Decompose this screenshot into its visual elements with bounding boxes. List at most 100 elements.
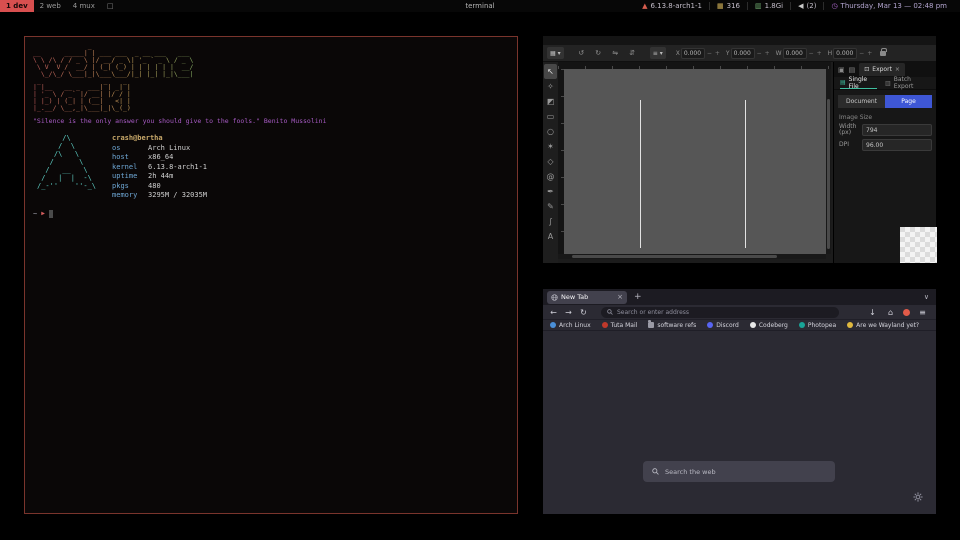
bookmark-item[interactable]: software refs: [648, 322, 696, 329]
toolbox-tool[interactable]: ✶: [544, 139, 557, 154]
inkscape-toolbox: ↖✧◩▭○✶◇@✒✎∫A: [543, 62, 558, 263]
toolbox-tool[interactable]: ✧: [544, 79, 557, 94]
coordinate-spinbox: X 0.000 − +: [676, 48, 721, 59]
fetch-row: pkgs480: [112, 182, 207, 192]
transform-button[interactable]: ⇵: [627, 48, 638, 59]
selection-mode-dropdown[interactable]: ▦ ▾: [547, 47, 564, 59]
fetch-row: osArch Linux: [112, 144, 207, 154]
close-icon[interactable]: ×: [895, 66, 900, 73]
toolbox-tool[interactable]: A: [544, 229, 557, 244]
web-search-input[interactable]: Search the web: [643, 461, 835, 482]
inkscape-canvas[interactable]: [564, 69, 826, 254]
document-button[interactable]: Document: [838, 95, 885, 108]
canvas-vertical-scrollbar[interactable]: [826, 69, 831, 254]
spin-label: Y: [726, 50, 730, 57]
image-size-label: Image Size: [839, 114, 931, 121]
coordinate-spinbox: Y 0.000 − +: [726, 48, 771, 59]
layers-panel-icon[interactable]: ▤: [849, 66, 856, 74]
batch-export-icon: ▥: [885, 80, 891, 87]
status-module-icon: ▲: [642, 2, 647, 10]
toolbox-tool[interactable]: ▭: [544, 109, 557, 124]
spin-decrement[interactable]: −: [706, 50, 713, 57]
toolbox-tool[interactable]: ◩: [544, 94, 557, 109]
shell-prompt[interactable]: ~ ▶: [33, 210, 509, 218]
spin-value[interactable]: 0.000: [783, 48, 807, 59]
page-button[interactable]: Page: [885, 95, 932, 108]
scrollbar-thumb[interactable]: [827, 99, 830, 249]
forward-button[interactable]: →: [563, 308, 574, 317]
toolbox-tool[interactable]: ○: [544, 124, 557, 139]
bookmark-item[interactable]: Arch Linux: [550, 322, 591, 329]
spin-decrement[interactable]: −: [858, 50, 865, 57]
new-tab-button[interactable]: +: [634, 292, 642, 302]
chevron-down-icon: ▾: [558, 50, 561, 57]
list-tabs-chevron-icon[interactable]: ∨: [924, 293, 932, 301]
bookmark-item[interactable]: Codeberg: [750, 322, 788, 329]
align-dropdown[interactable]: ≡ ▾: [650, 47, 666, 59]
width-row: Width (px) 794: [839, 124, 932, 136]
page-border-line: [640, 100, 641, 248]
browser-window[interactable]: New Tab × + ∨ ← → ↻ Search or enter addr…: [543, 289, 936, 514]
ascii-banner: _ __ _____| | ___ ___ _ __ ___ ___ \ \ /…: [33, 43, 509, 112]
bookmark-favicon: [648, 322, 654, 328]
spin-increment[interactable]: +: [764, 50, 771, 57]
menu-button[interactable]: ≡: [917, 308, 928, 317]
scrollbar-thumb[interactable]: [572, 255, 777, 258]
fetch-row: uptime2h 44m: [112, 172, 207, 182]
width-input[interactable]: 794: [862, 124, 932, 136]
spin-increment[interactable]: +: [714, 50, 721, 57]
toolbox-tool[interactable]: ✒: [544, 184, 557, 199]
personalize-gear-icon[interactable]: [913, 492, 923, 502]
bookmark-item[interactable]: Discord: [707, 322, 739, 329]
lock-ratio-icon[interactable]: [880, 51, 886, 56]
canvas-horizontal-scrollbar[interactable]: [558, 254, 826, 259]
terminal-window[interactable]: _ __ _____| | ___ ___ _ __ ___ ___ \ \ /…: [24, 36, 518, 514]
export-tab[interactable]: ⊡ Export ×: [859, 63, 905, 76]
spin-value[interactable]: 0.000: [681, 48, 705, 59]
toolbox-tool[interactable]: ✎: [544, 199, 557, 214]
workspace-tag[interactable]: 4 mux: [67, 0, 101, 12]
back-button[interactable]: ←: [548, 308, 559, 317]
bookmark-item[interactable]: Photopea: [799, 322, 836, 329]
spin-label: W: [776, 50, 782, 57]
status-module-text: 1.8Gi: [765, 2, 784, 10]
toolbox-tool[interactable]: ∫: [544, 214, 557, 229]
objects-panel-icon[interactable]: ▣: [838, 66, 845, 74]
workspace-tag[interactable]: 2 web: [34, 0, 67, 12]
downloads-button[interactable]: ↓: [867, 308, 878, 317]
home-button[interactable]: ⌂: [885, 308, 896, 317]
navigation-bar: ← → ↻ Search or enter address ↓ ⌂ ≡: [543, 305, 936, 320]
spin-increment[interactable]: +: [866, 50, 873, 57]
url-bar[interactable]: Search or enter address: [601, 307, 839, 318]
new-tab-page: Search the web: [543, 331, 936, 514]
toolbox-tool[interactable]: ↖: [544, 64, 557, 79]
reload-button[interactable]: ↻: [578, 308, 589, 317]
toolbox-tool[interactable]: @: [544, 169, 557, 184]
browser-tab[interactable]: New Tab ×: [547, 291, 627, 304]
single-file-tab[interactable]: ▤ Single File: [840, 77, 877, 89]
fetch-row: kernel6.13.8-arch1-1: [112, 163, 207, 173]
bookmark-item[interactable]: Are we Wayland yet?: [847, 322, 919, 329]
spin-increment[interactable]: +: [816, 50, 823, 57]
adblock-extension-icon[interactable]: [903, 309, 910, 316]
spin-value[interactable]: 0.000: [833, 48, 857, 59]
transform-button[interactable]: ↻: [593, 48, 604, 59]
dpi-input[interactable]: 96.00: [862, 139, 932, 151]
prompt-char-icon: ▶: [41, 210, 45, 217]
spin-value[interactable]: 0.000: [731, 48, 755, 59]
bookmark-favicon: [550, 322, 556, 328]
toolbox-tool[interactable]: ◇: [544, 154, 557, 169]
horizontal-ruler[interactable]: [558, 62, 831, 69]
transform-button[interactable]: ↺: [576, 48, 587, 59]
batch-export-tab[interactable]: ▥ Batch Export: [885, 77, 930, 89]
transform-button[interactable]: ⇋: [610, 48, 621, 59]
layout-indicator-icon[interactable]: □: [101, 0, 120, 12]
spin-decrement[interactable]: −: [756, 50, 763, 57]
coordinate-spinbox: H 0.000 − +: [828, 48, 874, 59]
inkscape-window[interactable]: ▦ ▾ ↺ ↻ ⇋ ⇵ ≡ ▾ X 0.000 − + Y 0.000 − +: [543, 36, 936, 263]
spin-decrement[interactable]: −: [808, 50, 815, 57]
bookmark-item[interactable]: Tuta Mail: [602, 322, 638, 329]
bookmark-favicon: [602, 322, 608, 328]
workspace-tag[interactable]: 1 dev: [0, 0, 34, 12]
tab-close-icon[interactable]: ×: [617, 293, 623, 301]
